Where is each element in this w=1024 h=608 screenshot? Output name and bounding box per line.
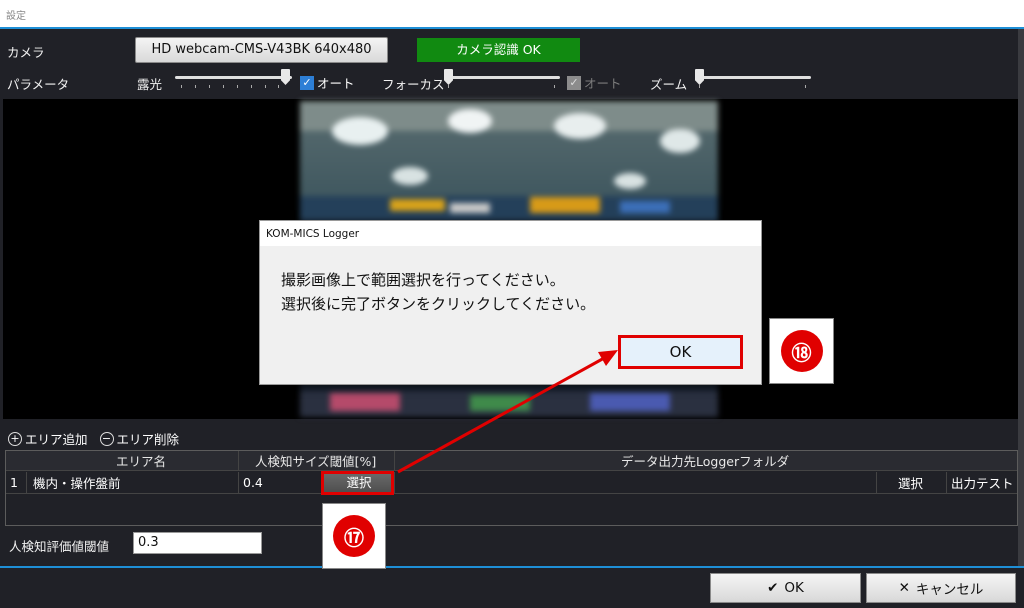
step18-badge: ⑱	[769, 318, 834, 384]
step17-badge: ⑰	[322, 503, 386, 569]
step17-number: ⑰	[333, 515, 375, 557]
annotation-arrow	[397, 350, 618, 474]
step18-number: ⑱	[780, 330, 823, 372]
